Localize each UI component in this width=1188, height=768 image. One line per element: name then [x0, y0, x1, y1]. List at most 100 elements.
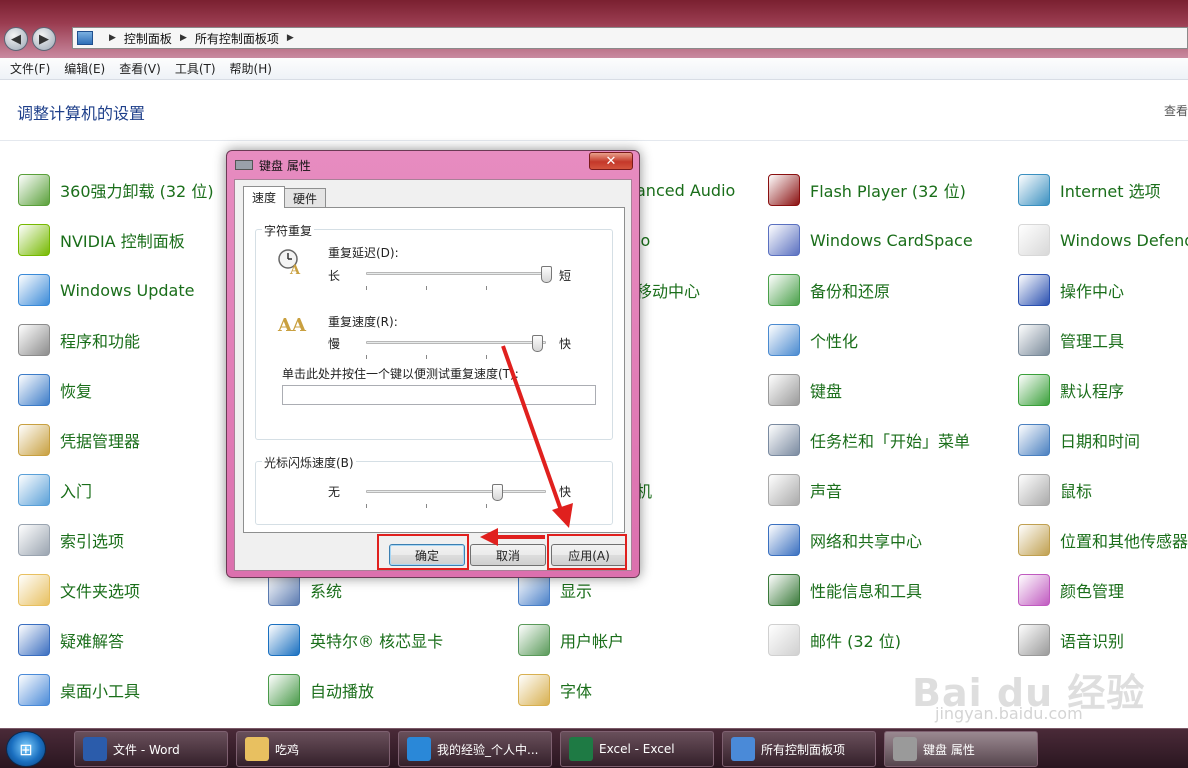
taskbar-button-label: 我的经验_个人中... — [437, 742, 539, 757]
control-panel-item[interactable]: 360强力卸载 (32 位) — [18, 172, 214, 208]
dialog-title-bar[interactable]: 键盘 属性 — [235, 155, 311, 175]
slider-thumb[interactable] — [541, 266, 552, 283]
autoplay-icon — [268, 674, 300, 706]
tab-speed[interactable]: 速度 — [243, 186, 286, 208]
control-panel-item[interactable]: 性能信息和工具 — [768, 572, 922, 608]
tab-hardware[interactable]: 硬件 — [284, 188, 327, 208]
control-panel-item[interactable]: 自动播放 — [268, 672, 374, 708]
display-icon — [518, 574, 550, 606]
taskbar-button[interactable]: 吃鸡 — [236, 731, 390, 767]
control-panel-item-label: 恢复 — [60, 382, 93, 401]
control-panel-item[interactable]: 位置和其他传感器 — [1018, 522, 1188, 558]
control-panel-item[interactable]: 文件夹选项 — [18, 572, 140, 608]
repeat-rate-slider[interactable] — [366, 335, 546, 359]
control-panel-item[interactable]: 备份和还原 — [768, 272, 890, 308]
control-panel-item[interactable]: 管理工具 — [1018, 322, 1124, 358]
control-panel-item[interactable]: 恢复 — [18, 372, 92, 408]
control-panel-item[interactable]: 邮件 (32 位) — [768, 622, 901, 658]
menu-edit[interactable]: 编辑(E) — [64, 60, 105, 77]
menu-tools[interactable]: 工具(T) — [175, 60, 216, 77]
control-panel-item[interactable]: 索引选项 — [18, 522, 124, 558]
address-bar[interactable]: ▶ 控制面板 ▶ 所有控制面板项 ▶ — [72, 27, 1188, 49]
delay-short-label: 短 — [559, 269, 572, 283]
cursor-blink-slider[interactable] — [366, 484, 546, 508]
control-panel-item[interactable]: 默认程序 — [1018, 372, 1124, 408]
taskbar-button[interactable]: Excel - Excel — [560, 731, 714, 767]
backup-icon — [768, 274, 800, 306]
control-panel-item[interactable]: 网络和共享中心 — [768, 522, 922, 558]
slider-thumb[interactable] — [492, 484, 504, 501]
slider-ticks — [366, 286, 546, 290]
control-panel-item[interactable]: 任务栏和「开始」菜单 — [768, 422, 970, 458]
internet-options-icon — [1018, 174, 1050, 206]
control-panel-item[interactable]: Internet 选项 — [1018, 172, 1161, 208]
blink-fast-label: 快 — [559, 485, 572, 499]
folder-options-icon — [18, 574, 50, 606]
menu-help[interactable]: 帮助(H) — [230, 60, 272, 77]
group-title: 字符重复 — [262, 222, 315, 239]
control-panel-item[interactable]: Windows Defender — [1018, 222, 1188, 258]
taskbar-button-label: 吃鸡 — [275, 742, 300, 757]
control-panel-item-label: 颜色管理 — [1060, 582, 1125, 601]
close-button[interactable]: ✕ — [589, 152, 633, 170]
test-repeat-input[interactable] — [282, 385, 596, 405]
control-panel-item[interactable]: 声音 — [768, 472, 842, 508]
control-panel-item-label: 位置和其他传感器 — [1060, 532, 1188, 551]
taskbar-button[interactable]: 我的经验_个人中... — [398, 731, 552, 767]
control-panel-item[interactable]: 颜色管理 — [1018, 572, 1124, 608]
control-panel-item[interactable]: Windows CardSpace — [768, 222, 973, 258]
control-panel-item[interactable]: 用户帐户 — [518, 622, 624, 658]
control-panel-item[interactable]: 英特尔® 核芯显卡 — [268, 622, 443, 658]
control-panel-item[interactable]: 凭据管理器 — [18, 422, 140, 458]
test-repeat-label: 单击此处并按住一个键以便测试重复速度(T): — [282, 367, 519, 381]
forward-button[interactable]: ▶ — [32, 27, 56, 51]
control-panel-item[interactable]: 疑难解答 — [18, 622, 124, 658]
control-panel-item[interactable]: 入门 — [18, 472, 92, 508]
repeat-delay-slider[interactable] — [366, 266, 552, 290]
control-panel-item-label: 索引选项 — [60, 532, 125, 551]
control-panel-item[interactable]: Windows Update — [18, 272, 194, 308]
control-panel-item-label: 显示 — [560, 582, 593, 601]
control-panel-item-label: 键盘 — [810, 382, 843, 401]
control-panel-item-label: 性能信息和工具 — [810, 582, 923, 601]
control-panel-item[interactable]: NVIDIA 控制面板 — [18, 222, 185, 258]
keyboard-icon — [893, 737, 917, 761]
taskbar-button[interactable]: 文件 - Word — [74, 731, 228, 767]
control-panel-item-label: Windows Defender — [1060, 230, 1188, 250]
highlight-ok-box — [377, 534, 469, 570]
window-title-bar: ◀ ▶ ▶ 控制面板 ▶ 所有控制面板项 ▶ — [0, 0, 1188, 58]
control-panel-item-label: 移动中心 — [636, 282, 701, 301]
mail-icon — [768, 624, 800, 656]
control-panel-item[interactable]: 个性化 — [768, 322, 858, 358]
slider-thumb[interactable] — [532, 335, 543, 352]
control-panel-item[interactable]: 日期和时间 — [1018, 422, 1140, 458]
control-panel-item[interactable]: 操作中心 — [1018, 272, 1124, 308]
cardspace-icon — [768, 224, 800, 256]
back-button[interactable]: ◀ — [4, 27, 28, 51]
breadcrumb-all-items[interactable]: 所有控制面板项 — [195, 30, 279, 47]
control-panel-item[interactable]: Flash Player (32 位) — [768, 172, 966, 208]
microphone-icon — [1018, 624, 1050, 656]
start-button[interactable]: ⊞ — [6, 731, 46, 767]
control-panel-item[interactable]: 语音识别 — [1018, 622, 1124, 658]
menu-file[interactable]: 文件(F) — [10, 60, 50, 77]
control-panel-item-label: 360强力卸载 (32 位) — [60, 182, 214, 201]
control-panel-item[interactable]: 鼠标 — [1018, 472, 1092, 508]
repeat-delay-label: 重复延迟(D): — [328, 246, 399, 260]
control-panel-item[interactable]: 程序和功能 — [18, 322, 140, 358]
defender-icon — [1018, 224, 1050, 256]
divider — [0, 140, 1188, 141]
view-by-label[interactable]: 查看 — [1164, 102, 1188, 119]
menu-bar: 文件(F) 编辑(E) 查看(V) 工具(T) 帮助(H) — [0, 58, 1188, 80]
menu-view[interactable]: 查看(V) — [119, 60, 161, 77]
control-panel-item-label: 凭据管理器 — [60, 432, 141, 451]
breadcrumb-control-panel[interactable]: 控制面板 — [124, 30, 172, 47]
control-panel-item[interactable]: 桌面小工具 — [18, 672, 140, 708]
control-panel-item[interactable]: 字体 — [518, 672, 592, 708]
cancel-button[interactable]: 取消 — [470, 544, 546, 566]
group-title: 光标闪烁速度(B) — [262, 454, 356, 471]
taskbar-button[interactable]: 键盘 属性 — [884, 731, 1038, 767]
control-panel-item[interactable]: 键盘 — [768, 372, 842, 408]
taskbar-button[interactable]: 所有控制面板项 — [722, 731, 876, 767]
blink-none-label: 无 — [328, 485, 341, 499]
